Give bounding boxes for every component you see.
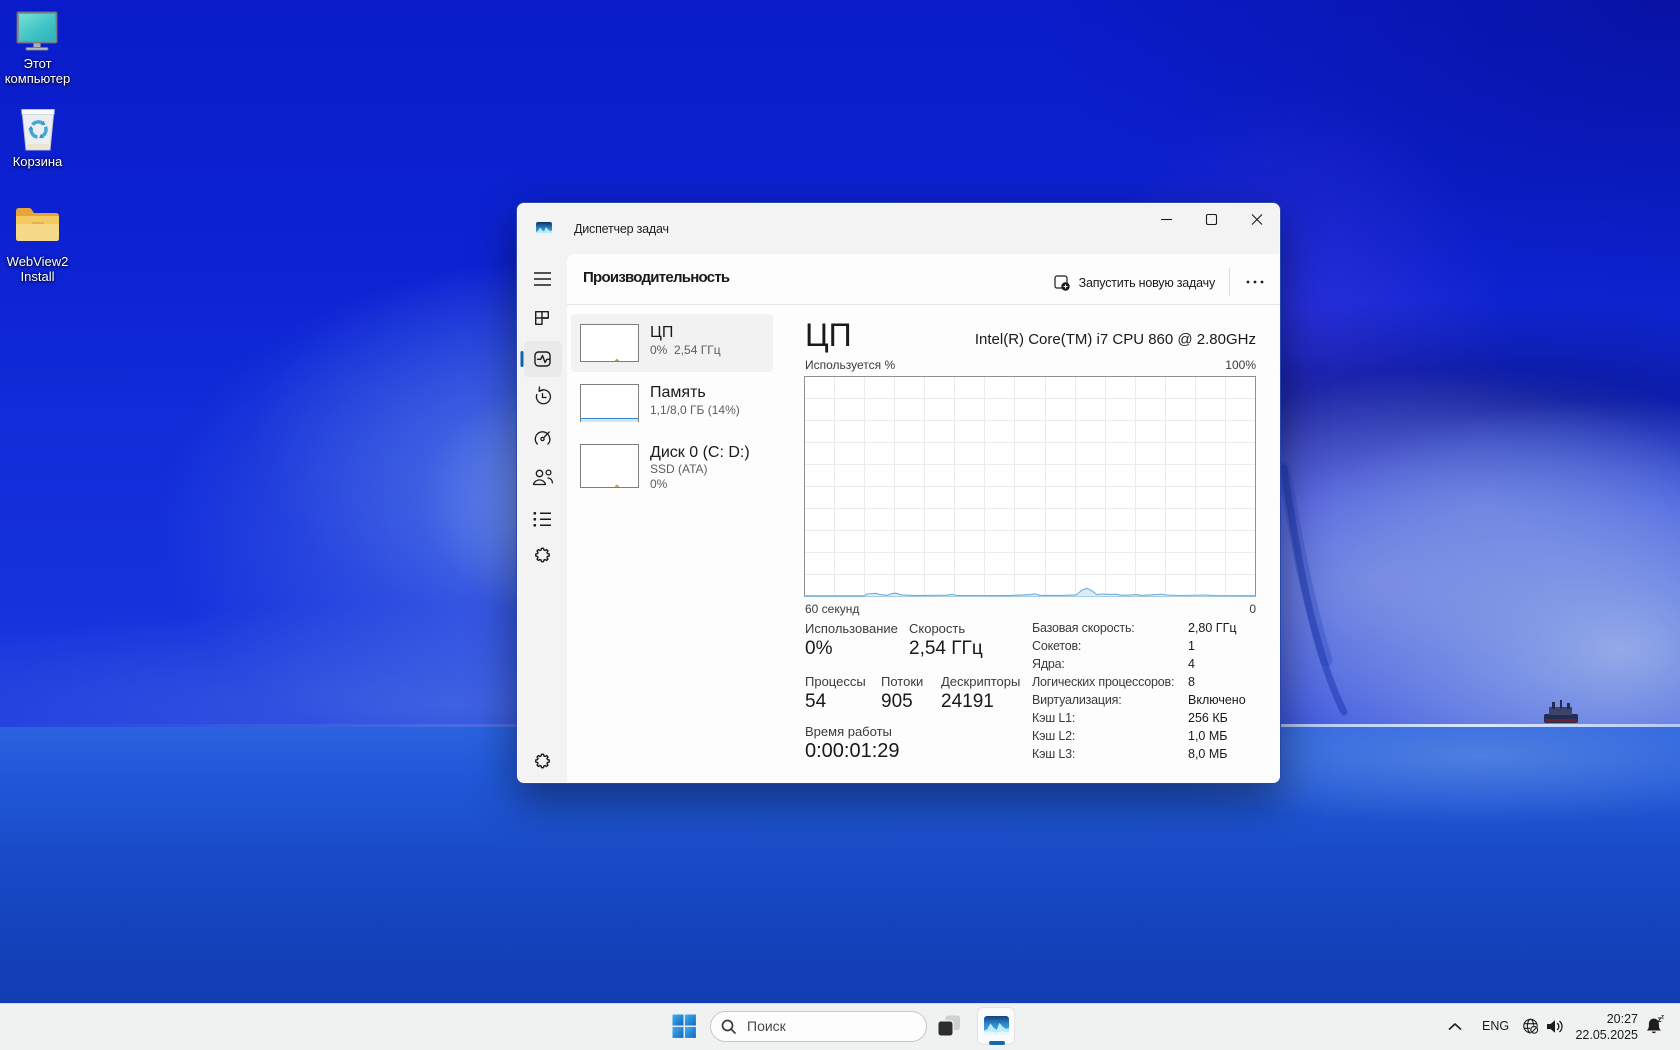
svg-text:z: z	[1661, 1015, 1664, 1021]
